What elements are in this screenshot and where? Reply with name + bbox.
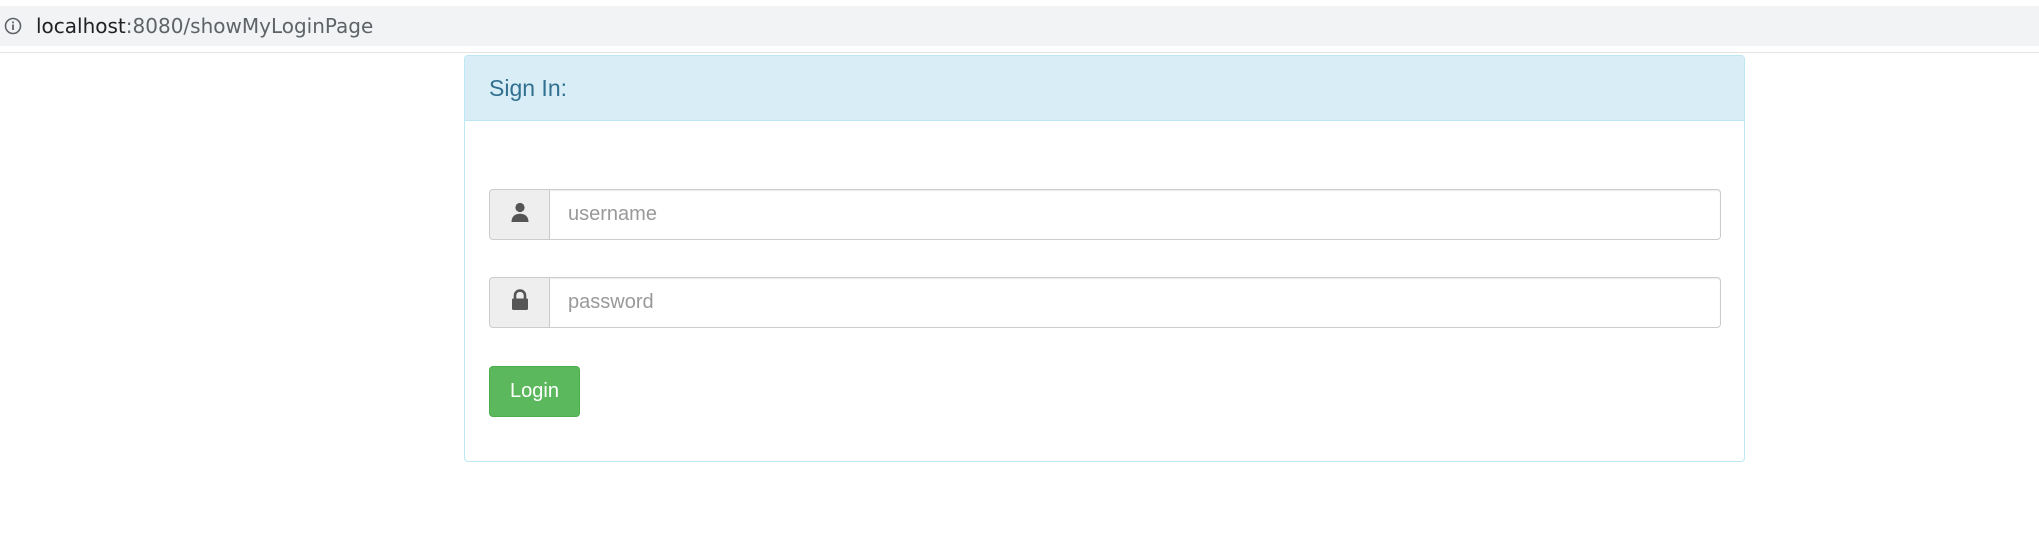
panel-title: Sign In: (489, 74, 567, 101)
password-input-group (489, 277, 1721, 328)
login-panel: Sign In: Login (464, 55, 1745, 462)
login-button[interactable]: Login (489, 366, 580, 417)
user-icon (509, 201, 531, 228)
password-addon (489, 277, 549, 328)
address-bar-divider (0, 52, 2039, 53)
info-circle-icon[interactable] (4, 17, 22, 35)
username-input-group (489, 189, 1721, 240)
password-input[interactable] (549, 277, 1721, 328)
username-addon (489, 189, 549, 240)
panel-heading: Sign In: (465, 56, 1744, 121)
url-host: localhost (36, 14, 126, 38)
address-bar[interactable]: localhost:8080/showMyLoginPage (0, 6, 2039, 46)
url-path: :8080/showMyLoginPage (125, 14, 374, 38)
username-input[interactable] (549, 189, 1721, 240)
url-text[interactable]: localhost:8080/showMyLoginPage (36, 14, 373, 38)
lock-icon (510, 289, 530, 316)
